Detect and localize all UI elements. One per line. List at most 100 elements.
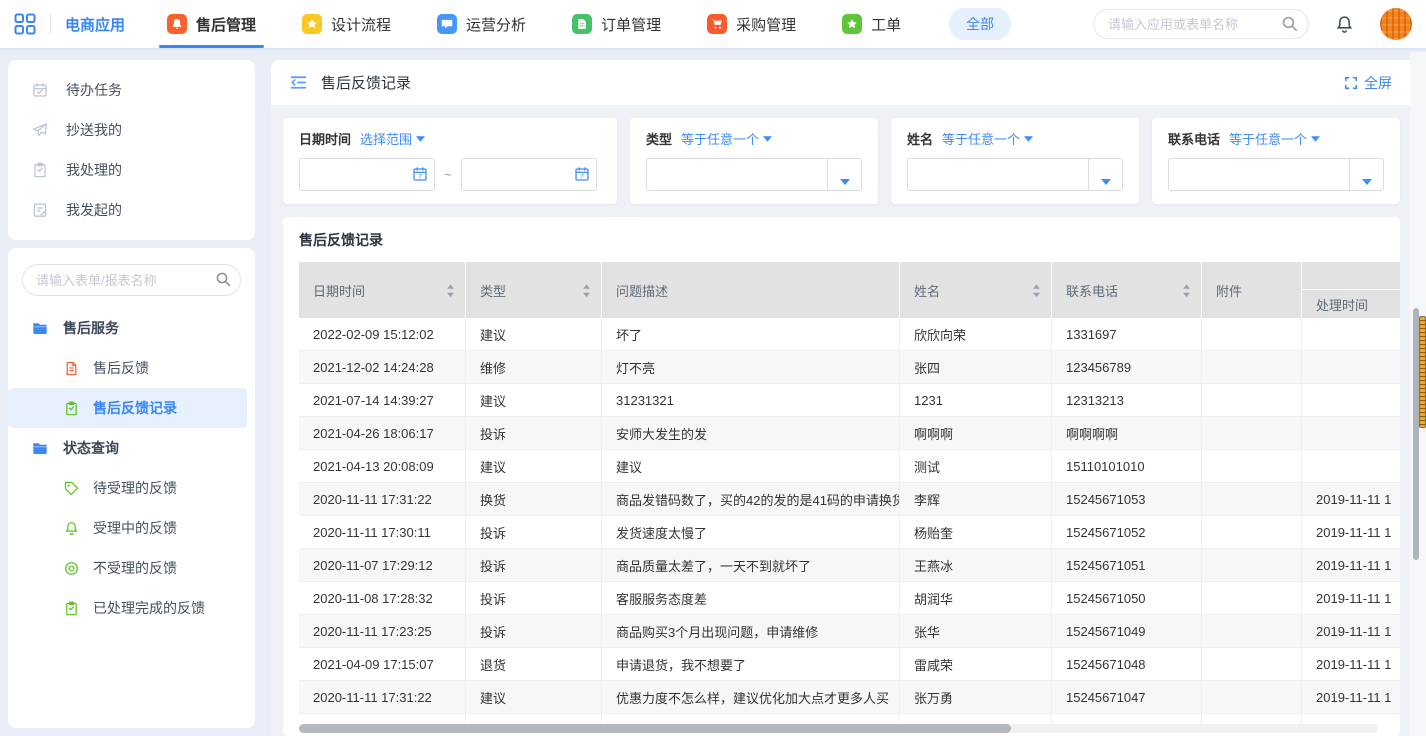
svg-text:7: 7 — [418, 173, 422, 180]
filter-select[interactable] — [646, 158, 862, 191]
fullscreen-button[interactable]: 全屏 — [1344, 73, 1392, 93]
table-row[interactable]: 2020-11-07 17:29:12投诉商品质量太差了，一天不到就坏了王燕冰1… — [299, 549, 1400, 582]
cell-text: 张华 — [914, 622, 940, 641]
cell-text: 建议 — [480, 391, 506, 410]
app-tab[interactable]: 售后管理 — [167, 0, 256, 48]
tree-item[interactable]: 已处理完成的反馈 — [8, 588, 247, 628]
table-cell: 换货 — [466, 483, 602, 515]
table-cell: 安师大发生的发 — [602, 417, 900, 449]
app-tab[interactable]: 设计流程 — [302, 0, 391, 48]
column-header[interactable]: 姓名 — [900, 262, 1052, 318]
table-cell: 15245671050 — [1052, 582, 1202, 614]
sidebar-item-plane[interactable]: 抄送我的 — [8, 110, 255, 150]
select-dropdown-button[interactable] — [1349, 159, 1383, 190]
search-icon[interactable] — [1281, 15, 1298, 32]
cell-text: 15245671048 — [1066, 657, 1146, 672]
app-tab[interactable]: 运营分析 — [437, 0, 526, 48]
tree-item[interactable]: 不受理的反馈 — [8, 548, 247, 588]
tree-item[interactable]: 售后反馈记录 — [8, 388, 247, 428]
sidebar-item-clipboard[interactable]: 我处理的 — [8, 150, 255, 190]
filter-select[interactable] — [907, 158, 1123, 191]
column-header[interactable]: 日期时间 — [299, 262, 466, 318]
sort-icon — [582, 284, 591, 297]
user-avatar[interactable] — [1380, 8, 1412, 40]
column-header[interactable]: 联系电话 — [1052, 262, 1202, 318]
table-cell: 建议 — [466, 450, 602, 482]
table-row[interactable]: 2020-11-08 17:28:32投诉客服服务态度差胡润华152456710… — [299, 582, 1400, 615]
forms-tree: 售后服务售后反馈售后反馈记录状态查询待受理的反馈受理中的反馈不受理的反馈已处理完… — [8, 308, 255, 628]
filter-select[interactable] — [1168, 158, 1384, 191]
horizontal-scrollbar[interactable] — [299, 724, 1378, 733]
table-cell: 张华 — [900, 615, 1052, 647]
notification-bell-icon[interactable] — [1335, 15, 1354, 34]
table-row[interactable]: 2021-04-26 18:06:17投诉安师大发生的发啊啊啊啊啊啊啊 — [299, 417, 1400, 450]
table-cell: 2020-11-08 17:28:32 — [299, 582, 466, 614]
select-dropdown-button[interactable] — [1088, 159, 1122, 190]
filter-operator[interactable]: 等于任意一个 — [1229, 129, 1320, 148]
filter-operator[interactable]: 选择范围 — [360, 129, 425, 148]
tree-item-label: 待受理的反馈 — [93, 478, 177, 498]
app-tab[interactable]: 订单管理 — [572, 0, 661, 48]
top-header: 电商应用 售后管理设计流程运营分析订单管理采购管理工单 全部 — [0, 0, 1426, 50]
cell-text: 1231 — [914, 393, 943, 408]
tree-folder[interactable]: 售后服务 — [8, 308, 255, 348]
select-dropdown-button[interactable] — [827, 159, 861, 190]
tree-folder[interactable]: 状态查询 — [8, 428, 255, 468]
table-cell — [466, 714, 602, 723]
tree-item[interactable]: 受理中的反馈 — [8, 508, 247, 548]
apps-grid-icon[interactable] — [14, 13, 36, 35]
search-icon[interactable] — [215, 271, 231, 287]
column-header[interactable]: 类型 — [466, 262, 602, 318]
sidebar-item-edit[interactable]: 我发起的 — [8, 190, 255, 230]
table-cell — [1302, 417, 1400, 449]
current-app-name[interactable]: 电商应用 — [65, 14, 125, 35]
app-tabs: 售后管理设计流程运营分析订单管理采购管理工单 — [167, 0, 901, 48]
tree-item[interactable]: 售后反馈 — [8, 348, 247, 388]
table-cell: 测试 — [900, 450, 1052, 482]
chevron-down-icon — [763, 136, 772, 142]
cell-text: 2020-11-08 17:28:32 — [313, 591, 433, 606]
table-row[interactable]: 2020-11-11 17:31:22建议优惠力度不怎么样，建议优化加大点才更多… — [299, 681, 1400, 714]
table-cell: 建议 — [466, 384, 602, 416]
table-cell: 123456789 — [1052, 351, 1202, 383]
collapse-sidebar-icon[interactable] — [289, 73, 308, 92]
sidebar-item-label: 待办任务 — [66, 80, 122, 100]
filter-operator[interactable]: 等于任意一个 — [942, 129, 1033, 148]
table-cell — [1302, 450, 1400, 482]
cell-text: 投诉 — [480, 556, 506, 575]
table-row[interactable]: 2021-07-14 14:39:27建议3123132112311231321… — [299, 384, 1400, 417]
table-row[interactable]: 2020-11-11 17:30:11投诉发货速度太慢了杨贻奎152456710… — [299, 516, 1400, 549]
table-cell — [1202, 714, 1302, 723]
table-cell: 胡润华 — [900, 582, 1052, 614]
cell-text: 2019-11-11 1 — [1316, 558, 1391, 573]
table-row[interactable]: 2021-04-09 17:15:07退货申请退货，我不想要了雷咸荣152456… — [299, 648, 1400, 681]
table-row[interactable]: 2021-12-02 14:24:28维修灯不亮张四123456789 — [299, 351, 1400, 384]
group-subheader: 处理时间 — [1302, 290, 1400, 318]
column-header: 处理时间 — [1302, 262, 1400, 318]
table-row[interactable]: 2022-02-09 15:12:02建议坏了欣欣向荣1331697 — [299, 318, 1400, 351]
folder-icon — [32, 320, 48, 336]
app-tab[interactable]: 采购管理 — [707, 0, 796, 48]
table-body: 2022-02-09 15:12:02建议坏了欣欣向荣13316972021-1… — [299, 318, 1400, 723]
tree-item[interactable]: 待受理的反馈 — [8, 468, 247, 508]
all-apps-pill[interactable]: 全部 — [949, 8, 1011, 40]
horizontal-scrollbar-thumb[interactable] — [299, 724, 1011, 733]
sidebar-item-calendar[interactable]: 待办任务 — [8, 70, 255, 110]
app-tab[interactable]: 工单 — [842, 0, 901, 48]
edit-icon — [32, 202, 48, 218]
table-row[interactable]: 2021-04-13 20:08:09建议建议测试15110101010 — [299, 450, 1400, 483]
table-row[interactable]: 2020-11-11 17:31:22换货商品发错码数了，买的42的发的是41码… — [299, 483, 1400, 516]
filter-operator[interactable]: 等于任意一个 — [681, 129, 772, 148]
cell-text: 李辉 — [914, 490, 940, 509]
column-header-label: 问题描述 — [616, 281, 668, 300]
sort-icon — [446, 284, 455, 297]
table-cell: 2022-02-09 15:12:02 — [299, 318, 466, 350]
table-row[interactable]: 2020-11-11 17:23:25投诉商品购买3个月出现问题，申请维修张华1… — [299, 615, 1400, 648]
table-cell: 15245671047 — [1052, 681, 1202, 713]
form-search-input[interactable] — [22, 264, 241, 296]
cell-text: 安师大发生的发 — [616, 424, 707, 443]
global-search-input[interactable] — [1093, 9, 1309, 39]
column-header-label: 日期时间 — [313, 281, 365, 300]
quick-tasks-card: 待办任务抄送我的我处理的我发起的 — [8, 60, 255, 240]
clipboard-icon — [32, 162, 48, 178]
